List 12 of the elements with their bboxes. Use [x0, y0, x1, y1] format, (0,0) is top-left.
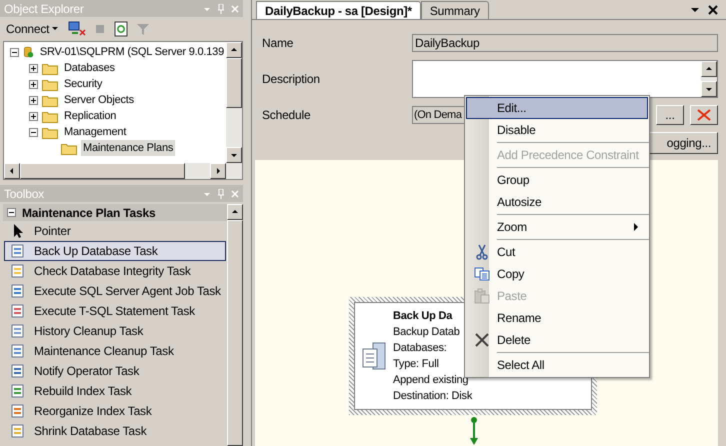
field-label: Description	[262, 71, 321, 88]
task-detail: Databases:	[393, 341, 448, 356]
task-detail: Append existing	[393, 373, 470, 388]
group-title: Maintenance Plan Tasks	[22, 204, 156, 222]
panel-title: Toolbox	[4, 186, 44, 202]
field-label: Schedule	[262, 107, 312, 124]
task-detail: Type: Full	[393, 357, 440, 372]
task-title: Back Up Da	[393, 309, 454, 324]
task-detail: Backup Datab	[393, 325, 461, 340]
field-label: Name	[262, 35, 294, 52]
task-detail: Destination: Disk	[393, 389, 472, 404]
panel-title: Object Explorer	[4, 0, 84, 18]
